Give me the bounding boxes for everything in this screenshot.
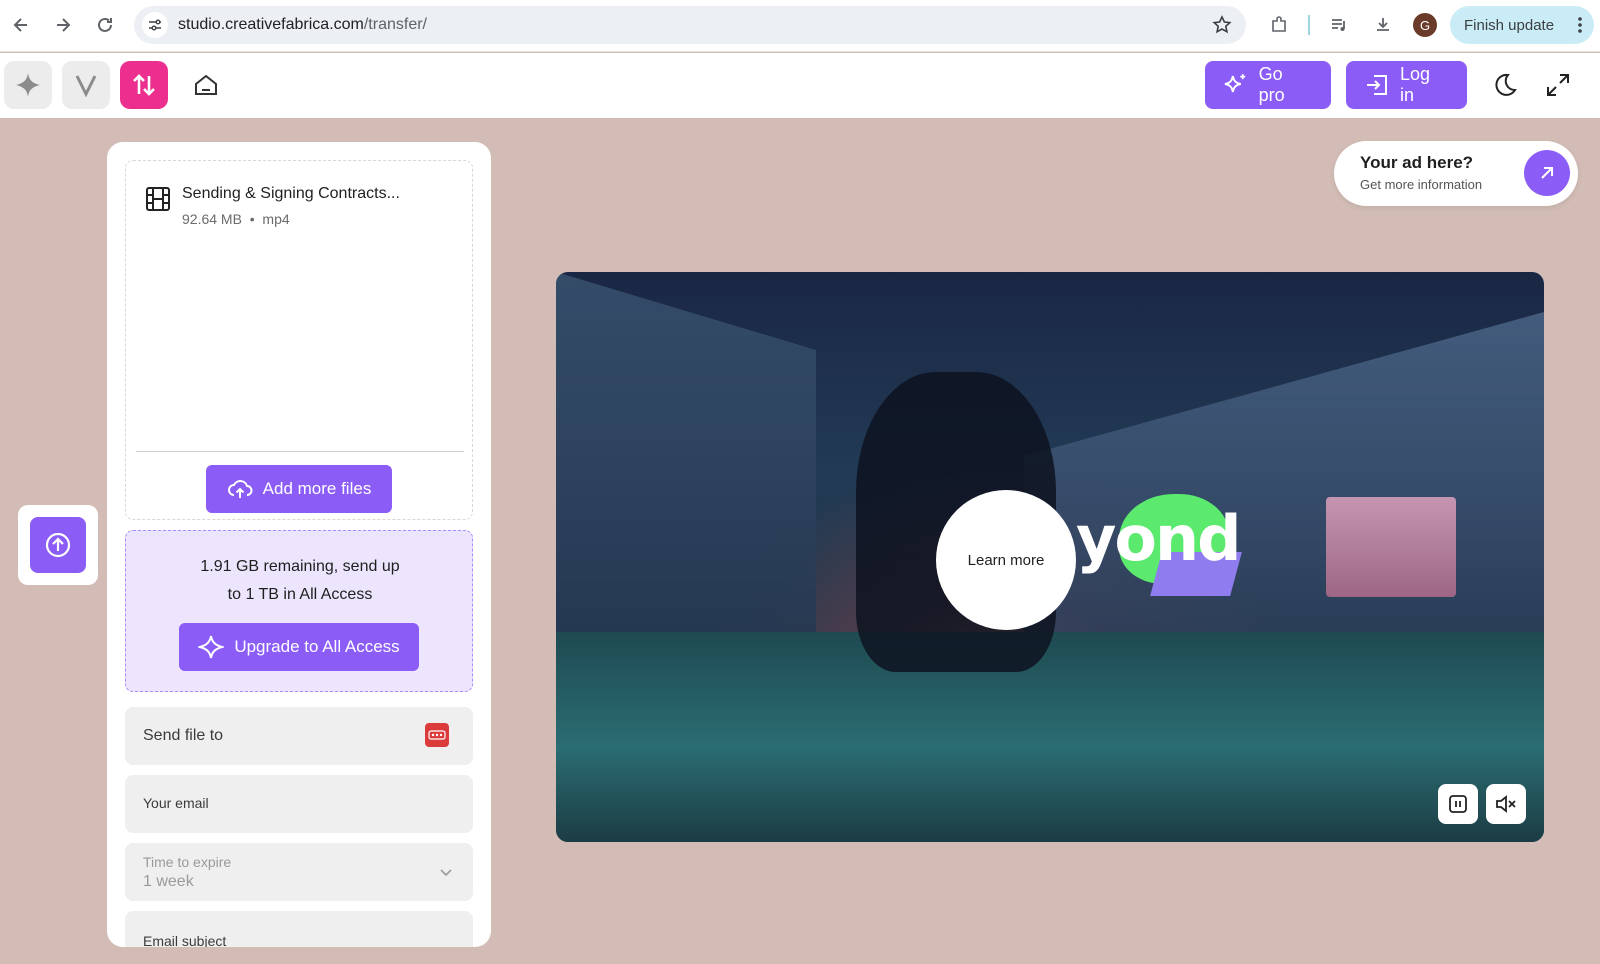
file-list: Sending & Signing Contracts... 92.64 MB … — [125, 160, 473, 520]
expire-label: Time to expire — [143, 854, 232, 870]
sparkle-icon — [198, 635, 225, 659]
pause-icon — [1449, 795, 1467, 813]
send-to-field[interactable]: Send file to — [125, 707, 473, 765]
login-label: Log in — [1399, 64, 1431, 105]
v-app-button[interactable] — [62, 61, 110, 109]
ad-arrow-button[interactable] — [1524, 150, 1570, 196]
url-path: /transfer/ — [363, 16, 427, 33]
login-icon — [1366, 75, 1387, 95]
sparkles-icon — [1224, 74, 1246, 93]
bookmark-star-icon[interactable] — [1212, 15, 1232, 40]
file-list-divider — [136, 451, 464, 452]
home-button[interactable] — [182, 61, 230, 109]
back-icon[interactable] — [8, 12, 34, 38]
add-more-files-label: Add more files — [262, 479, 372, 498]
file-meta: 92.64 MB • mp4 — [182, 211, 290, 227]
moon-icon — [1495, 73, 1517, 96]
quota-line-2: to 1 TB in All Access — [227, 586, 373, 603]
promo-video[interactable]: yond Learn more — [556, 272, 1544, 842]
fullscreen-button[interactable] — [1534, 61, 1582, 109]
finish-update-button[interactable]: Finish update — [1450, 6, 1594, 44]
transfer-app-button[interactable] — [120, 61, 168, 109]
finish-update-label: Finish update — [1464, 16, 1555, 34]
url-text: studio.creativefabrica.com/transfer/ — [178, 16, 427, 34]
upgrade-button[interactable]: Upgrade to All Access — [179, 623, 419, 671]
downloads-icon[interactable] — [1370, 12, 1396, 38]
mute-button[interactable] — [1486, 784, 1526, 824]
quota-text: 1.91 GB remaining, send up to 1 TB in Al… — [126, 553, 474, 609]
extensions-icon[interactable] — [1266, 12, 1292, 38]
app-header: Go pro Log in — [0, 53, 1600, 118]
go-pro-label: Go pro — [1258, 64, 1285, 105]
toolbar-separator — [1308, 15, 1310, 35]
password-manager-icon[interactable] — [425, 723, 449, 747]
storage-quota-box: 1.91 GB remaining, send up to 1 TB in Al… — [125, 530, 473, 692]
add-more-files-button[interactable]: Add more files — [206, 465, 392, 513]
home-icon — [195, 74, 217, 95]
ad-title: Your ad here? — [1360, 153, 1474, 172]
sparkle-icon — [16, 73, 40, 97]
file-size: 92.64 MB — [182, 211, 242, 227]
pause-button[interactable] — [1438, 784, 1478, 824]
video-scene-building-right — [1024, 312, 1544, 632]
browser-toolbar: studio.creativefabrica.com/transfer/ G F… — [0, 0, 1600, 52]
send-to-placeholder: Send file to — [143, 727, 224, 744]
learn-more-label: Learn more — [967, 551, 1045, 569]
ad-banner[interactable]: Your ad here? Get more information — [1334, 141, 1578, 206]
upload-panel: Sending & Signing Contracts... 92.64 MB … — [107, 142, 491, 947]
upload-button[interactable] — [30, 517, 86, 573]
video-scene-shop — [1326, 497, 1456, 597]
email-subject-field[interactable]: Email subject — [125, 911, 473, 947]
chevron-down-icon — [439, 865, 453, 883]
profile-avatar[interactable]: G — [1413, 13, 1437, 37]
arrow-up-right-icon — [1541, 167, 1553, 179]
expire-select[interactable]: Time to expire 1 week — [125, 843, 473, 901]
ad-subtitle: Get more information — [1360, 177, 1483, 192]
dark-mode-toggle[interactable] — [1480, 61, 1528, 109]
email-field[interactable]: Your email — [125, 775, 473, 833]
subject-placeholder: Email subject — [143, 933, 227, 947]
expand-icon — [1547, 74, 1569, 96]
sparkle-app-button[interactable] — [4, 61, 52, 109]
expire-value: 1 week — [143, 873, 194, 890]
upload-toggle-container — [18, 505, 98, 585]
upgrade-label: Upgrade to All Access — [234, 637, 400, 656]
video-file-icon — [144, 185, 172, 218]
quota-line-1: 1.91 GB remaining, send up — [200, 558, 400, 575]
go-pro-button[interactable]: Go pro — [1205, 61, 1331, 109]
learn-more-button[interactable]: Learn more — [936, 490, 1076, 630]
v-logo-icon — [75, 75, 97, 97]
muted-speaker-icon — [1496, 795, 1516, 813]
upload-circle-icon — [45, 532, 71, 558]
address-bar[interactable]: studio.creativefabrica.com/transfer/ — [134, 6, 1246, 44]
url-host: studio.creativefabrica.com — [178, 16, 364, 33]
file-name: Sending & Signing Contracts... — [182, 185, 400, 202]
site-settings-icon[interactable] — [142, 12, 168, 38]
video-scene-building-left — [556, 272, 816, 662]
transfer-arrows-icon — [133, 74, 155, 96]
cloud-upload-icon — [227, 480, 253, 498]
video-brand-text: yond — [1076, 502, 1242, 575]
reload-icon[interactable] — [92, 12, 118, 38]
file-meta-separator: • — [249, 211, 255, 227]
file-type: mp4 — [262, 211, 290, 227]
kebab-menu-icon[interactable] — [1578, 16, 1582, 38]
login-button[interactable]: Log in — [1346, 61, 1467, 109]
email-placeholder: Your email — [143, 795, 209, 811]
media-controls-icon[interactable] — [1326, 12, 1352, 38]
video-scene-road — [556, 632, 1544, 842]
forward-icon[interactable] — [50, 12, 76, 38]
